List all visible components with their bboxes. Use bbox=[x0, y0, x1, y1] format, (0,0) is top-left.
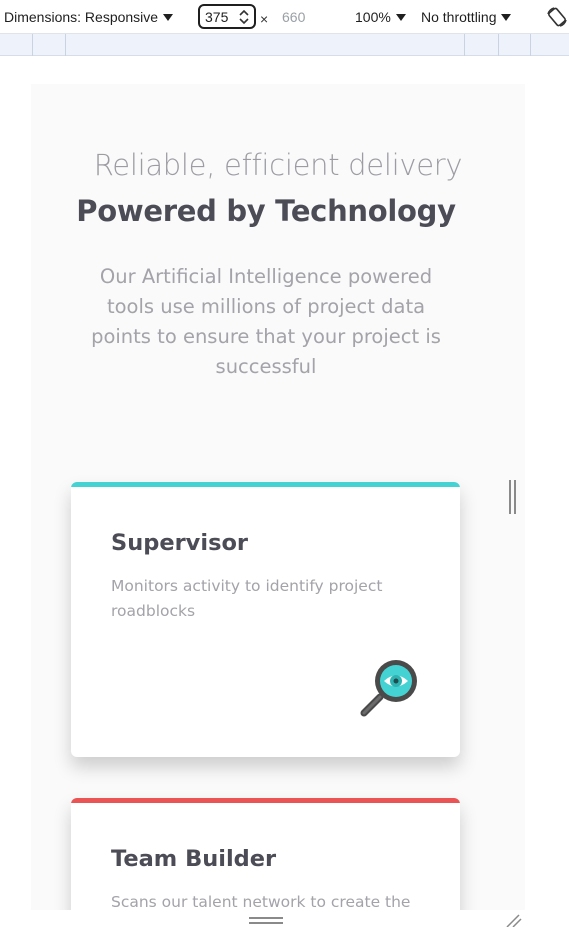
zoom-label: 100% bbox=[355, 9, 391, 25]
height-resize-handle[interactable] bbox=[249, 917, 283, 925]
card-title: Supervisor bbox=[111, 530, 249, 556]
spinner-icon[interactable] bbox=[238, 9, 250, 25]
hero-subtitle: Reliable, efficient delivery bbox=[93, 148, 463, 182]
throttling-dropdown[interactable]: No throttling bbox=[421, 0, 512, 34]
chevron-down-icon bbox=[395, 13, 406, 21]
card-accent-bar bbox=[71, 798, 460, 803]
card-title: Team Builder bbox=[111, 846, 277, 872]
magnifier-eye-icon bbox=[358, 655, 422, 719]
chevron-down-icon bbox=[163, 13, 174, 21]
ruler-tick bbox=[32, 34, 33, 56]
devtools-toolbar: Dimensions: Responsive 375 × 660 100% No… bbox=[0, 0, 569, 34]
zoom-dropdown[interactable]: 100% bbox=[355, 0, 406, 34]
width-value: 375 bbox=[205, 8, 229, 25]
corner-resize-icon[interactable] bbox=[503, 911, 523, 928]
dimensions-dropdown[interactable]: Dimensions: Responsive bbox=[4, 0, 174, 34]
hero-title: Powered by Technology bbox=[76, 194, 456, 228]
card-accent-bar bbox=[71, 482, 460, 487]
chevron-down-icon bbox=[501, 13, 512, 21]
card-description: Monitors activity to identify project ro… bbox=[111, 577, 383, 620]
throttling-label: No throttling bbox=[421, 9, 497, 25]
ruler-tick bbox=[65, 34, 66, 56]
media-query-ruler[interactable] bbox=[0, 34, 569, 56]
ruler-tick bbox=[464, 34, 465, 56]
bottom-resize-area bbox=[0, 910, 569, 927]
times-symbol: × bbox=[260, 11, 269, 27]
hero-description: Our Artificial Intelligence powered tool… bbox=[91, 265, 441, 378]
ruler-tick bbox=[530, 34, 531, 56]
width-resize-handle[interactable] bbox=[509, 480, 517, 514]
rotate-device-icon[interactable] bbox=[545, 5, 569, 29]
feature-card-supervisor: Supervisor Monitors activity to identify… bbox=[71, 482, 460, 757]
height-placeholder: 660 bbox=[282, 8, 306, 25]
feature-card-team-builder: Team Builder Scans our talent network to… bbox=[71, 798, 460, 910]
width-input[interactable]: 375 bbox=[198, 4, 256, 29]
ruler-tick bbox=[498, 34, 499, 56]
height-input[interactable]: 660 bbox=[276, 4, 332, 29]
dimensions-label: Dimensions: Responsive bbox=[4, 9, 159, 25]
card-description: Scans our talent network to create the bbox=[111, 893, 411, 910]
page-viewport: Reliable, efficient delivery Powered by … bbox=[31, 84, 525, 910]
